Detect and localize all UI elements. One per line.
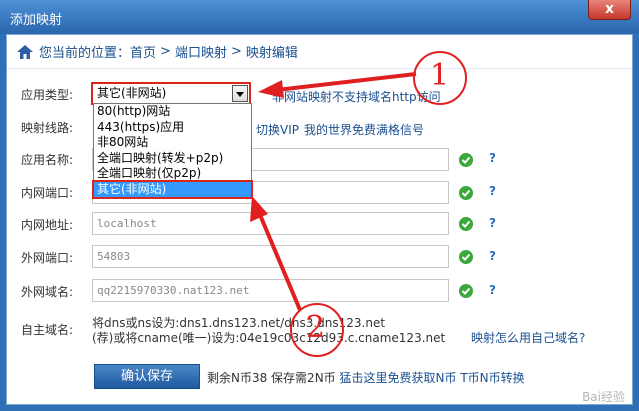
- marker-number-2: 2: [306, 310, 326, 345]
- app-name-label: 应用名称:: [21, 153, 74, 167]
- line-label: 映射线路:: [21, 121, 74, 135]
- breadcrumb-separator: >: [160, 44, 171, 59]
- remaining-coins: 剩余N币38 保存需2N币: [207, 371, 336, 385]
- option-other[interactable]: 其它(非网站): [92, 179, 253, 199]
- help-icon[interactable]: ?: [489, 216, 496, 230]
- wan-port-label: 外网端口:: [21, 251, 74, 265]
- breadcrumb: 您当前的位置： 首页 > 端口映射 > 映射编辑: [7, 35, 632, 69]
- chevron-down-icon[interactable]: [232, 85, 248, 102]
- breadcrumb-home[interactable]: 首页: [130, 42, 156, 61]
- app-type-note: 非网站映射不支持域名http访问: [272, 90, 441, 104]
- lan-port-label: 内网端口:: [21, 186, 74, 200]
- wan-port-input[interactable]: 54803: [92, 245, 449, 268]
- get-coins-link[interactable]: 猛击这里免费获取N币: [340, 371, 457, 385]
- check-icon: [459, 186, 473, 200]
- close-button[interactable]: x: [588, 0, 631, 20]
- save-button[interactable]: 确认保存: [94, 364, 200, 389]
- wan-domain-input[interactable]: qq2215970330.nat123.net: [92, 279, 449, 302]
- watermark: Bai经验: [582, 390, 625, 404]
- marker-number-1: 1: [430, 58, 450, 93]
- app-type-label: 应用类型:: [21, 88, 74, 102]
- app-type-dropdown: 80(http)网站 443(https)应用 非80网站 全端口映射(转发+p…: [92, 103, 253, 199]
- option-full-p2p[interactable]: 全端口映射(仅p2p): [94, 166, 251, 182]
- custom-domain-help-link[interactable]: 映射怎么用自己域名?: [471, 329, 585, 346]
- check-icon: [459, 217, 473, 231]
- help-icon[interactable]: ?: [489, 184, 496, 198]
- dialog-content: 您当前的位置： 首页 > 端口映射 > 映射编辑 应用类型: 非网站映射不支持域…: [6, 34, 633, 405]
- check-icon: [459, 250, 473, 264]
- breadcrumb-prefix: 您当前的位置：: [39, 46, 131, 61]
- help-icon[interactable]: ?: [489, 249, 496, 263]
- help-icon[interactable]: ?: [489, 283, 496, 297]
- check-icon: [459, 153, 473, 167]
- title-bar: 添加映射 x: [0, 0, 639, 34]
- window-title: 添加映射: [10, 13, 63, 28]
- breadcrumb-separator: >: [230, 44, 242, 59]
- breadcrumb-edit: 映射编辑: [245, 46, 298, 61]
- wan-domain-label: 外网域名:: [21, 285, 74, 299]
- option-https[interactable]: 443(https)应用: [94, 120, 251, 136]
- dialog-window: 添加映射 x 您当前的位置： 首页 > 端口映射 > 映射编辑 应用类型: 非网…: [0, 0, 639, 411]
- lan-addr-input[interactable]: localhost: [92, 212, 449, 235]
- custom-domain-label: 自主域名:: [21, 323, 74, 337]
- lan-addr-label: 内网地址:: [21, 218, 74, 232]
- option-non80[interactable]: 非80网站: [94, 135, 251, 151]
- home-icon: [17, 44, 33, 59]
- footer-info: 剩余N币38 保存需2N币 猛击这里免费获取N币 T币N币转换: [207, 369, 525, 386]
- cname-instruction: (荐)或将cname(唯一)设为:04e19c03c12d93.c.cname1…: [92, 331, 446, 345]
- breadcrumb-port-mapping[interactable]: 端口映射: [175, 42, 227, 61]
- help-icon[interactable]: ?: [489, 151, 496, 165]
- check-icon: [459, 284, 473, 298]
- option-full-forward[interactable]: 全端口映射(转发+p2p): [94, 151, 251, 167]
- option-http[interactable]: 80(http)网站: [94, 104, 251, 120]
- convert-coins-link[interactable]: T币N币转换: [460, 371, 524, 385]
- free-signal-link[interactable]: 我的世界免费满格信号: [304, 121, 424, 138]
- app-type-select[interactable]: 其它(非网站): [91, 82, 251, 105]
- switch-vip-link[interactable]: 切换VIP: [256, 121, 299, 138]
- app-type-value: 其它(非网站): [97, 86, 167, 100]
